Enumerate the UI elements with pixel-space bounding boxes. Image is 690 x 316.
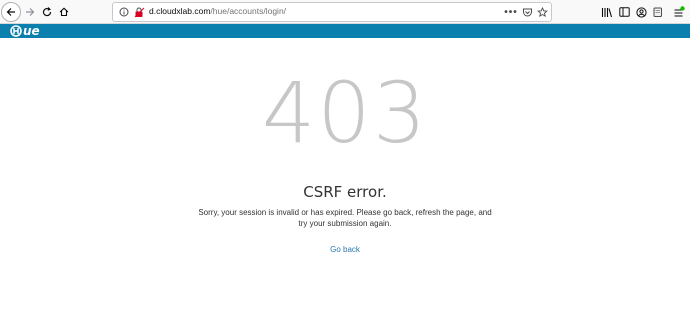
browser-toolbar: d.cloudxlab.com/hue/accounts/login/ ••• bbox=[0, 0, 690, 24]
url-host: d.cloudxlab.com bbox=[149, 6, 211, 16]
menu-button[interactable] bbox=[670, 3, 688, 21]
tracking-protection-icon[interactable] bbox=[132, 5, 146, 19]
page-actions-icon[interactable]: ••• bbox=[504, 5, 518, 19]
go-back-container: Go back bbox=[0, 245, 690, 254]
error-title: CSRF error. bbox=[303, 183, 387, 201]
url-path: /hue/accounts/login/ bbox=[210, 6, 287, 16]
hue-logo-h-icon bbox=[10, 25, 22, 37]
extension-button[interactable] bbox=[650, 3, 668, 21]
account-button[interactable] bbox=[632, 3, 650, 21]
pocket-icon[interactable] bbox=[520, 5, 534, 19]
library-button[interactable] bbox=[598, 3, 616, 21]
hue-logo[interactable]: ue bbox=[10, 24, 40, 38]
forward-button[interactable] bbox=[21, 3, 39, 21]
extension-icon bbox=[653, 7, 662, 17]
bookmark-star-icon[interactable] bbox=[535, 5, 549, 19]
back-button[interactable] bbox=[1, 2, 21, 22]
sidebar-icon bbox=[618, 7, 630, 17]
reload-icon bbox=[42, 7, 52, 17]
url-text[interactable]: d.cloudxlab.com/hue/accounts/login/ bbox=[149, 6, 286, 16]
sidebar-button[interactable] bbox=[615, 3, 633, 21]
error-description: Sorry, your session is invalid or has ex… bbox=[198, 208, 492, 228]
url-bar[interactable]: d.cloudxlab.com/hue/accounts/login/ ••• bbox=[112, 2, 552, 22]
reload-button[interactable] bbox=[38, 3, 56, 21]
menu-icon bbox=[674, 6, 685, 17]
hue-logo-text: ue bbox=[23, 24, 40, 38]
home-icon bbox=[59, 7, 69, 17]
info-icon[interactable] bbox=[117, 5, 131, 19]
account-icon bbox=[635, 6, 647, 18]
forward-icon bbox=[26, 8, 35, 16]
error-code: 403 bbox=[261, 64, 429, 162]
home-button[interactable] bbox=[55, 3, 73, 21]
go-back-link[interactable]: Go back bbox=[330, 245, 360, 254]
library-icon bbox=[601, 7, 613, 17]
hue-header: ue bbox=[0, 24, 690, 38]
back-icon bbox=[6, 8, 15, 16]
